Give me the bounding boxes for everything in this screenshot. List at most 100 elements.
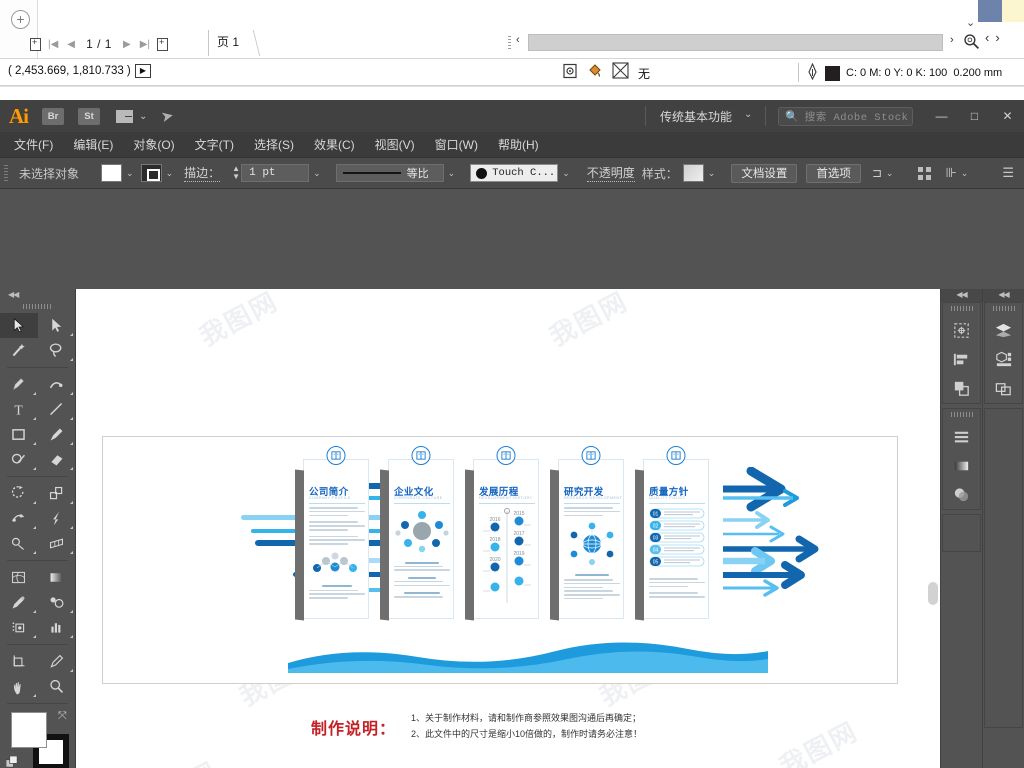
page-tab[interactable]: 页 1 [208, 30, 249, 56]
first-page-icon[interactable]: |◀ [46, 39, 60, 50]
chevron-down-icon[interactable]: ⌄ [166, 168, 174, 179]
gradient-tool[interactable] [38, 565, 76, 590]
canvas-vertical-scrollbar[interactable] [927, 289, 940, 768]
pen-tool[interactable] [0, 372, 38, 397]
menu-effect[interactable]: 效果(C) [304, 132, 365, 158]
add-page-icon[interactable] [30, 37, 41, 51]
history-nav[interactable]: ‹› [985, 30, 1006, 45]
paintbrush-tool[interactable] [38, 422, 76, 447]
shape-builder-tool[interactable] [0, 531, 38, 556]
artboard-tool[interactable] [0, 649, 38, 674]
chevron-down-icon[interactable]: ⌄ [139, 111, 147, 122]
next-page-icon[interactable]: ▶ [121, 39, 133, 50]
maximize-button[interactable]: □ [958, 100, 991, 132]
horizontal-scrollbar[interactable] [528, 34, 943, 51]
transform-icon[interactable]: ⊐ [872, 166, 882, 180]
current-color-swatch[interactable] [825, 65, 840, 81]
stroke-label[interactable]: 描边： [184, 164, 221, 182]
eraser-tool[interactable] [38, 447, 76, 472]
zoom-tool[interactable] [38, 674, 76, 699]
prev-page-icon[interactable]: ◀ [65, 39, 77, 50]
add-icon[interactable] [11, 10, 30, 29]
stroke-panel-icon[interactable] [943, 422, 980, 451]
rocket-icon[interactable]: ➤ [160, 106, 176, 126]
menu-edit[interactable]: 编辑(E) [63, 132, 123, 158]
panel-quality-policy[interactable]: 质量方针 QUALITY POLICY 01 02 03 04 05 [635, 446, 709, 621]
slice-tool[interactable] [38, 649, 76, 674]
workspace-selector[interactable]: 传统基本功能 [660, 108, 732, 125]
align-panel-icon[interactable] [943, 345, 980, 374]
menu-select[interactable]: 选择(S) [244, 132, 304, 158]
artboard[interactable]: 公司简介 COMPANY PROFILE 企业文化 CORPORATE CULT… [102, 436, 898, 684]
width-tool[interactable] [0, 506, 38, 531]
stroke-color-swatch[interactable] [140, 164, 162, 182]
rectangle-tool[interactable] [0, 422, 38, 447]
scale-tool[interactable] [38, 481, 76, 506]
stock-button[interactable]: St [78, 107, 100, 125]
stroke-profile-selector[interactable]: 等比 [335, 164, 444, 182]
pathfinder-panel-icon[interactable] [943, 374, 980, 403]
chevron-down-icon[interactable]: ⌄ [708, 168, 716, 179]
align-icon[interactable]: ⊪ [945, 165, 956, 181]
document-setup-button[interactable]: 文档设置 [731, 163, 798, 183]
culture-wall-artwork[interactable]: 公司简介 COMPANY PROFILE 企业文化 CORPORATE CULT… [193, 445, 819, 675]
direct-selection-tool[interactable] [38, 313, 76, 338]
chevron-down-icon[interactable]: ⌄ [448, 168, 456, 179]
default-fill-stroke-icon[interactable] [5, 755, 19, 768]
preferences-button[interactable]: 首选项 [806, 163, 861, 183]
menu-window[interactable]: 窗口(W) [425, 132, 488, 158]
panel-corporate-culture[interactable]: 企业文化 CORPORATE CULTURE [380, 446, 454, 621]
opacity-label[interactable]: 不透明度 [586, 164, 635, 182]
tools-panel-grip[interactable] [22, 304, 53, 309]
menu-view[interactable]: 视图(V) [365, 132, 425, 158]
rotate-tool[interactable] [0, 481, 38, 506]
scroll-right-icon[interactable]: › [950, 34, 954, 46]
menu-type[interactable]: 文字(T) [185, 132, 244, 158]
coordinates-expand-button[interactable]: ▶ [135, 64, 151, 78]
panel-grip[interactable] [950, 306, 973, 311]
document-canvas[interactable]: 我图网 我图网 我图网 我图网 我图网 我图网 我图网 我图网 我图网 我图网 [76, 289, 940, 768]
graphic-style-swatch[interactable] [682, 164, 704, 182]
collapse-panels-icon[interactable]: ◀◀ [941, 289, 982, 302]
hand-tool[interactable] [0, 674, 38, 699]
type-tool[interactable]: T [0, 397, 38, 422]
collapse-tools-icon[interactable]: ◀◀ [0, 289, 75, 302]
transform-panel-icon[interactable] [943, 316, 980, 345]
stroke-weight-input[interactable]: 1 pt [241, 164, 310, 182]
stock-search-box[interactable]: 🔍 搜索 Adobe Stock [778, 107, 913, 126]
close-button[interactable]: ✕ [991, 100, 1024, 132]
menu-object[interactable]: 对象(O) [123, 132, 184, 158]
pen-nib-icon[interactable] [806, 62, 819, 83]
arrange-grid-icon[interactable] [918, 166, 932, 180]
toolbar-grip[interactable] [508, 36, 511, 50]
fill-color-swatch[interactable] [101, 164, 123, 182]
zoom-icon[interactable] [963, 33, 980, 50]
panel-development-history[interactable]: 发展历程 DEVELOPMENT HISTORY 2015 2016 2017 … [465, 446, 539, 621]
column-graph-tool[interactable] [38, 615, 76, 640]
arrange-documents-icon[interactable] [116, 109, 133, 123]
fill-color-box[interactable] [11, 712, 47, 748]
mesh-tool[interactable] [0, 565, 38, 590]
line-segment-tool[interactable] [38, 397, 76, 422]
transparency-panel-icon[interactable] [943, 480, 980, 509]
free-transform-tool[interactable] [38, 506, 76, 531]
no-fill-icon[interactable] [612, 62, 629, 84]
minimize-button[interactable]: — [925, 100, 958, 132]
swap-fill-stroke-icon[interactable]: ⤧ [58, 710, 67, 723]
blend-tool[interactable] [38, 590, 76, 615]
last-page-icon[interactable]: ▶| [138, 39, 152, 50]
gradient-panel-icon[interactable] [943, 451, 980, 480]
new-page-icon[interactable] [157, 37, 168, 51]
stroke-stepper[interactable]: ▲ ▼ [232, 165, 241, 181]
bridge-button[interactable]: Br [42, 107, 64, 125]
scroll-left-icon[interactable]: ‹ [516, 34, 520, 46]
shaper-tool[interactable] [0, 447, 38, 472]
menu-help[interactable]: 帮助(H) [488, 132, 549, 158]
paint-bucket-icon[interactable] [587, 63, 603, 84]
chevron-down-icon[interactable]: ⌄ [961, 168, 969, 179]
eyedropper-tool[interactable] [0, 590, 38, 615]
chevron-down-icon[interactable]: ⌄ [744, 109, 752, 120]
magic-wand-tool[interactable] [0, 338, 38, 363]
libraries-panel-icon[interactable] [985, 345, 1022, 374]
chevron-down-icon[interactable]: ⌄ [886, 168, 894, 179]
